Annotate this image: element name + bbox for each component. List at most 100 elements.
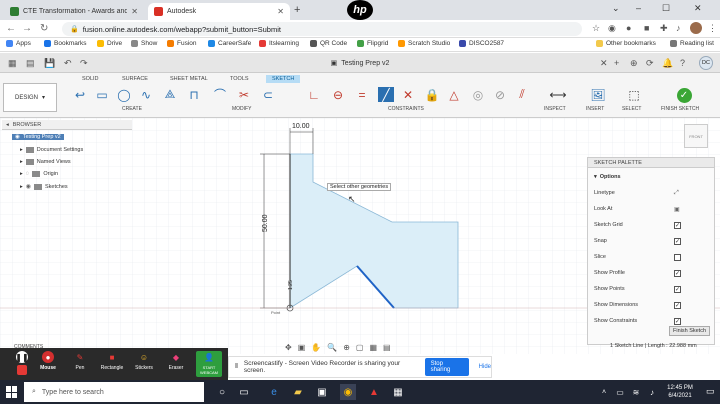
bookmark-other[interactable]: Other bookmarks (596, 40, 656, 47)
new-tab-doc-icon[interactable]: + (614, 58, 619, 68)
windows-start-icon[interactable] (6, 386, 18, 398)
browser-header[interactable]: ◂ BROWSER (2, 120, 132, 130)
volume-icon[interactable]: ♪ (644, 384, 660, 400)
hide-button[interactable]: Hide (479, 364, 491, 370)
dimension-top[interactable]: 10.00 (292, 123, 310, 130)
tool-stickers[interactable]: ☺ Stickers (132, 351, 156, 377)
zoom-window-icon[interactable]: ⊕ (343, 343, 350, 352)
browser-item-named-views[interactable]: ▸ Named Views (20, 159, 71, 165)
undo-icon[interactable]: ↶ (64, 58, 72, 69)
refresh-icon[interactable]: ⟳ (646, 58, 654, 69)
grid-menu-icon[interactable]: ▦ (8, 58, 17, 69)
group-label-create[interactable]: CREATE (122, 106, 142, 112)
menu-icon[interactable]: ⋮ (708, 23, 717, 34)
coincident-icon[interactable]: ╱ (378, 87, 394, 102)
maximize-icon[interactable]: ☐ (662, 3, 670, 14)
tab-search-icon[interactable]: ⌄ (612, 3, 620, 14)
star-icon[interactable]: ☆ (592, 23, 600, 34)
eye-icon[interactable]: ◉ (26, 183, 31, 190)
media-icon[interactable]: ♪ (676, 23, 681, 33)
tray-chevron-icon[interactable]: ˄ (596, 384, 612, 400)
edge-icon[interactable]: e (266, 384, 282, 400)
grid-settings-icon[interactable]: ▦ (369, 343, 377, 352)
notifications-icon[interactable]: 🔔 (662, 58, 673, 69)
finish-sketch-button[interactable]: ✓ (660, 85, 708, 105)
spline-icon[interactable]: ∿ (138, 87, 154, 102)
expand-icon[interactable]: ▸ (20, 147, 23, 153)
save-icon[interactable]: 💾 (44, 58, 55, 69)
linetype-icon[interactable]: ⤢ (674, 190, 679, 197)
expand-icon[interactable]: ▸ (20, 171, 23, 177)
url-bar[interactable]: 🔒 fusion.online.autodesk.com/webapp?subm… (62, 22, 582, 36)
collapse-icon[interactable]: ◂ (6, 122, 9, 128)
snap-checkbox[interactable]: ✓ (674, 237, 681, 245)
browser-root-item[interactable]: ◉ Testing Prep v2 (12, 134, 64, 140)
help-icon[interactable]: ? (680, 58, 685, 68)
bookmark-fusion[interactable]: Fusion (167, 40, 197, 47)
show-points-checkbox[interactable]: ✓ (674, 285, 681, 293)
forward-icon[interactable]: → (22, 23, 32, 34)
rectangle-icon[interactable]: ▭ (94, 87, 110, 102)
pan-hand-icon[interactable]: ✋ (311, 343, 321, 352)
slot-icon[interactable]: ⊓ (186, 87, 202, 102)
dimension-small[interactable]: 1.25 (288, 280, 294, 290)
bookmark-qr-code[interactable]: QR Code (310, 40, 347, 47)
close-tab-icon[interactable]: ✕ (131, 7, 138, 16)
trim-scissors-icon[interactable]: ✂ (236, 87, 252, 102)
look-at-icon[interactable]: ▣ (298, 343, 306, 352)
app-icon[interactable]: ▦ (390, 384, 406, 400)
tab-sheet-metal[interactable]: SHEET METAL (164, 75, 214, 83)
battery-icon[interactable]: ▭ (612, 384, 628, 400)
view-cube[interactable]: FRONT (684, 124, 708, 148)
browser-item-document-settings[interactable]: ▸ Document Settings (20, 147, 83, 153)
start-webcam-button[interactable]: 👤 START WEBCAM (196, 351, 222, 377)
expand-icon[interactable]: ▸ (20, 184, 23, 190)
close-window-icon[interactable]: ✕ (694, 3, 702, 14)
file-explorer-icon[interactable]: ▰ (290, 384, 306, 400)
display-settings-icon[interactable]: ▢ (356, 343, 364, 352)
show-profile-checkbox[interactable]: ✓ (674, 269, 681, 277)
profile-avatar[interactable] (690, 22, 702, 34)
insert-image-icon[interactable]: 🖼 (590, 87, 606, 102)
wifi-icon[interactable]: ≋ (628, 384, 644, 400)
close-tab-icon[interactable]: ✕ (277, 7, 284, 16)
mirror-icon[interactable]: ⟁ (162, 87, 178, 102)
show-dimensions-checkbox[interactable]: ✓ (674, 301, 681, 309)
pdf-icon[interactable]: ▲ (366, 384, 382, 400)
taskbar-search[interactable]: ⌕ Type here to search (24, 382, 204, 402)
bookmark-flipgrid[interactable]: Flipgrid (357, 40, 388, 47)
bookmark-scratch-studio[interactable]: Scratch Studio (398, 40, 450, 47)
back-icon[interactable]: ← (6, 23, 16, 34)
close-doc-icon[interactable]: ✕ (600, 58, 608, 69)
group-label-select[interactable]: SELECT (622, 106, 641, 112)
clock[interactable]: 12:45 PM 6/4/2021 (660, 384, 700, 400)
eye-icon[interactable]: ◉ (15, 134, 20, 140)
group-label-constraints[interactable]: CONSTRAINTS (388, 106, 424, 112)
eye-off-icon[interactable]: ◌ (26, 171, 30, 177)
new-tab-icon[interactable]: + (294, 4, 300, 16)
create-sketch-icon[interactable]: ↩ (72, 87, 88, 102)
puzzle-icon[interactable]: ✚ (660, 23, 668, 34)
tab-autodesk[interactable]: Autodesk ✕ (148, 3, 290, 20)
extension-icon[interactable]: ◉ (608, 23, 616, 34)
offset-icon[interactable]: ⊂ (260, 87, 276, 102)
task-view-icon[interactable]: ○ (214, 384, 230, 400)
tool-eraser[interactable]: ◆ Eraser (164, 351, 188, 377)
bookmark-careersafe[interactable]: CareerSafe (208, 40, 251, 47)
pause-button[interactable]: ❚❚ (10, 351, 34, 377)
browser-item-origin[interactable]: ▸ ◌ Origin (20, 171, 58, 177)
stop-sharing-button[interactable]: Stop sharing (424, 358, 469, 376)
fillet-icon[interactable]: ⌒ (212, 87, 228, 102)
tab-cte-transformation[interactable]: CTE Transformation - Awards and… ✕ (4, 3, 144, 20)
finish-sketch-palette-button[interactable]: Finish Sketch (669, 326, 711, 336)
concentric-icon[interactable]: ◎ (470, 87, 486, 102)
bookmark-show[interactable]: Show (131, 40, 157, 47)
fix-lock-icon[interactable]: 🔒 (424, 87, 440, 102)
extensions-icon[interactable]: ⊕ (630, 58, 638, 69)
bookmark-drive[interactable]: Drive (97, 40, 122, 47)
tangent-icon[interactable]: ⊖ (330, 87, 346, 102)
user-avatar[interactable]: DC (699, 56, 713, 70)
reload-icon[interactable]: ↻ (40, 23, 48, 34)
chrome-icon[interactable]: ◉ (340, 384, 356, 400)
circle-icon[interactable]: ◯ (116, 87, 132, 102)
